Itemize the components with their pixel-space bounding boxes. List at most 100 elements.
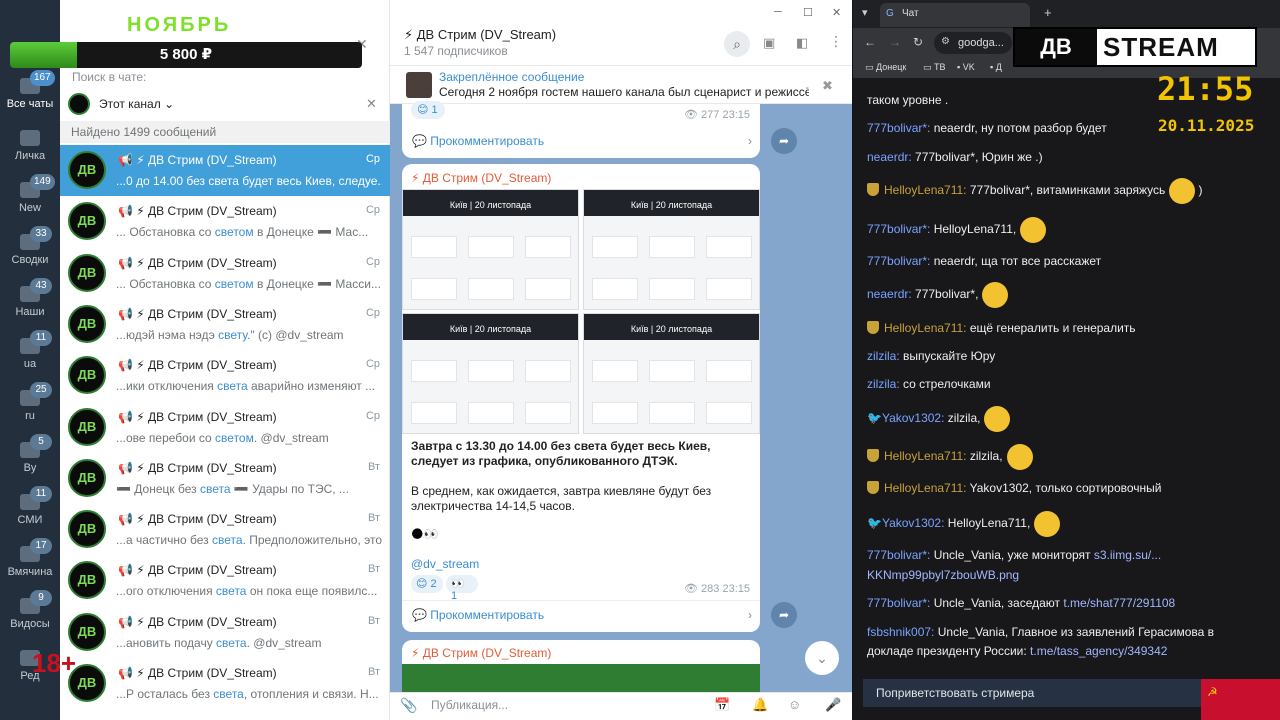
chat-text: Uncle_Vania, Главное из заявлений Гераси… [934, 625, 1215, 639]
chat-username[interactable]: HelloyLena711: [884, 183, 967, 197]
minimize-icon[interactable]: ─ [774, 6, 782, 18]
chat-username[interactable]: fsbshnik007: [867, 625, 934, 639]
chat-username[interactable]: Yakov1302: [882, 516, 945, 530]
folder-all-chats[interactable]: 167 Все чаты [0, 70, 60, 124]
bookmark-tv[interactable]: ▭ ТВ [923, 62, 946, 73]
chat-username[interactable]: HelloyLena711: [884, 321, 967, 335]
folder-ua[interactable]: 11 ua [0, 330, 60, 384]
chat-result-item[interactable]: ДВ 📢 ⚡ ДВ Стрим (DV_Stream) Вт ...а частичн… [60, 504, 390, 555]
post-text: В среднем, как ожидается, завтра киевлян… [411, 484, 712, 513]
folder-vmyachina[interactable]: 17 Вмячина [0, 538, 60, 592]
comment-button[interactable]: 💬 Прокомментировать › [412, 608, 752, 622]
schedule-icon[interactable]: 📅 [714, 697, 730, 713]
chat-result-item[interactable]: ДВ 📢 ⚡ ДВ Стрим (DV_Stream) Вт ...ановить п… [60, 607, 390, 658]
share-button[interactable]: ➦ [771, 128, 797, 154]
chat-time: Вт [367, 563, 380, 576]
sidebar-toggle-icon[interactable]: ◧ [796, 35, 808, 51]
unpin-icon[interactable]: ✖ [822, 78, 833, 94]
chat-username[interactable]: HelloyLena711: [884, 449, 967, 463]
chat-result-item[interactable]: ДВ 📢 ⚡ ДВ Стрим (DV_Stream) Ср ...ики отклю… [60, 350, 390, 401]
bell-icon[interactable]: 🔔 [752, 697, 768, 713]
channel-link[interactable]: @dv_stream [411, 557, 479, 571]
reload-icon[interactable]: ↻ [913, 35, 923, 49]
schedule-image[interactable]: Київ | 20 листопада [583, 189, 760, 310]
chat-username[interactable]: neaerdr: [867, 150, 912, 164]
live-stream-icon[interactable]: ▣ [763, 35, 775, 51]
emote-icon [984, 406, 1011, 432]
bookmark-vk[interactable]: ▪ VK [957, 62, 975, 72]
share-button[interactable]: ➦ [771, 602, 797, 628]
folder-by[interactable]: 5 By [0, 434, 60, 488]
bookmark-donetsk[interactable]: ▭ Донецк [865, 62, 906, 73]
post-author[interactable]: ⚡ ДВ Стрим (DV_Stream) [411, 171, 551, 185]
folder-ours[interactable]: 43 Наши [0, 278, 60, 332]
chat-username[interactable]: 777bolivar*: [867, 254, 930, 268]
comment-button[interactable]: 💬 Прокомментировать › [412, 134, 752, 148]
microphone-icon[interactable]: 🎤 [825, 697, 841, 713]
schedule-image[interactable]: Київ | 20 листопада [583, 313, 760, 434]
chat-username[interactable]: 777bolivar*: [867, 596, 930, 610]
chat-username[interactable]: zilzila: [867, 349, 900, 363]
chat-link[interactable]: s3.iimg.su/... [1094, 548, 1161, 562]
chat-result-item[interactable]: ДВ 📢 ⚡ ДВ Стрим (DV_Stream) Вт ...Р осталас… [60, 658, 390, 709]
message-preview: ...юдэй нэма нэдэ свету." (с) @dv_stream [116, 328, 382, 342]
chat-result-item[interactable]: ДВ 📢 ⚡ ДВ Стрим (DV_Stream) Вт ...ого отклю… [60, 555, 390, 606]
chat-username[interactable]: 777bolivar*: [867, 548, 930, 562]
reaction-chip[interactable]: 👀 1 [446, 575, 478, 602]
site-settings-icon[interactable]: ⚙ [941, 36, 950, 47]
post-author[interactable]: ⚡ ДВ Стрим (DV_Stream) [411, 646, 551, 660]
folder-label: Видосы [10, 618, 50, 630]
attach-icon[interactable]: 📎 [400, 697, 417, 714]
post-image[interactable] [402, 664, 760, 692]
chat-username[interactable]: neaerdr: [867, 287, 912, 301]
bookmark-d[interactable]: ▪ Д [990, 62, 1002, 72]
chat-username[interactable]: HelloyLena711: [884, 481, 967, 495]
schedule-image-grid[interactable]: Київ | 20 листопада Київ | 20 листопада … [402, 189, 760, 434]
chat-username[interactable]: 777bolivar*: [867, 121, 930, 135]
folder-new[interactable]: 149 New [0, 174, 60, 228]
chat-title[interactable]: ⚡ ДВ Стрим (DV_Stream) [404, 27, 556, 43]
chat-link[interactable]: t.me/shat777/291108 [1063, 596, 1175, 610]
greet-streamer-button[interactable]: Поприветствовать стримера [863, 679, 1201, 707]
folder-reports[interactable]: 33 Сводки [0, 226, 60, 280]
back-icon[interactable]: ← [864, 35, 876, 49]
chat-result-item[interactable]: ДВ 📢 ⚡ ДВ Стрим (DV_Stream) Ср ...юдэй нэма… [60, 299, 390, 350]
chat-result-item[interactable]: ДВ 📢 ⚡ ДВ Стрим (DV_Stream) Ср ...ове переб… [60, 402, 390, 453]
message-preview: ... Обстановка со светом в Донецке ➖ Мас… [116, 225, 382, 239]
clear-filter-icon[interactable]: ✕ [366, 96, 377, 112]
schedule-cell [411, 360, 457, 382]
message-input[interactable]: Публикация... [431, 698, 508, 712]
chat-username[interactable]: zilzila: [867, 377, 900, 391]
reaction-chip[interactable]: 😊 1 [411, 101, 445, 119]
folder-ru[interactable]: 25 ru [0, 382, 60, 436]
schedule-image[interactable]: Київ | 20 листопада [402, 313, 579, 434]
new-tab-icon[interactable]: + [1044, 5, 1052, 20]
schedule-image[interactable]: Київ | 20 листопада [402, 189, 579, 310]
moderator-badge-icon [867, 183, 879, 197]
chat-result-item[interactable]: ДВ 📢 ⚡ ДВ Стрим (DV_Stream) Ср ...0 до 14.0… [60, 145, 390, 196]
schedule-cell [525, 236, 571, 258]
schedule-cell [525, 278, 571, 300]
forward-icon[interactable]: → [889, 35, 901, 49]
search-icon[interactable]: ⌕ [724, 31, 750, 57]
more-menu-icon[interactable]: ⋮ [829, 33, 843, 50]
close-window-icon[interactable]: ✕ [832, 6, 841, 19]
emoji-icon[interactable]: ☺ [788, 697, 801, 712]
chat-result-item[interactable]: ДВ 📢 ⚡ ДВ Стрим (DV_Stream) Ср ... Обстанов… [60, 196, 390, 247]
channel-filter-dropdown[interactable]: Этот канал ⌄ [99, 97, 174, 111]
chat-link[interactable]: t.me/tass_agency/349342 [1030, 644, 1167, 658]
reaction-chip[interactable]: 😊 2 [411, 575, 443, 593]
folder-personal[interactable]: Личка [0, 124, 60, 176]
folder-videos[interactable]: 9 Видосы [0, 590, 60, 644]
scroll-down-button[interactable]: ⌄ [805, 641, 839, 675]
chat-link[interactable]: KKNmp99pbyl7zbouWB.png [867, 568, 1019, 582]
chat-username[interactable]: 777bolivar*: [867, 222, 930, 236]
maximize-icon[interactable]: ☐ [803, 6, 813, 19]
chat-message: 777bolivar*: HelloyLena711, [867, 217, 1267, 243]
chat-result-item[interactable]: ДВ 📢 ⚡ ДВ Стрим (DV_Stream) Вт ➖ Донецк без… [60, 453, 390, 504]
chat-result-item[interactable]: ДВ 📢 ⚡ ДВ Стрим (DV_Stream) Ср ... Обстанов… [60, 248, 390, 299]
folder-media[interactable]: 11 СМИ [0, 486, 60, 540]
message-preview: ...ове перебои со светом. @dv_stream [116, 431, 382, 445]
tab-list-icon[interactable]: ▾ [862, 6, 868, 19]
chat-username[interactable]: Yakov1302: [882, 411, 945, 425]
